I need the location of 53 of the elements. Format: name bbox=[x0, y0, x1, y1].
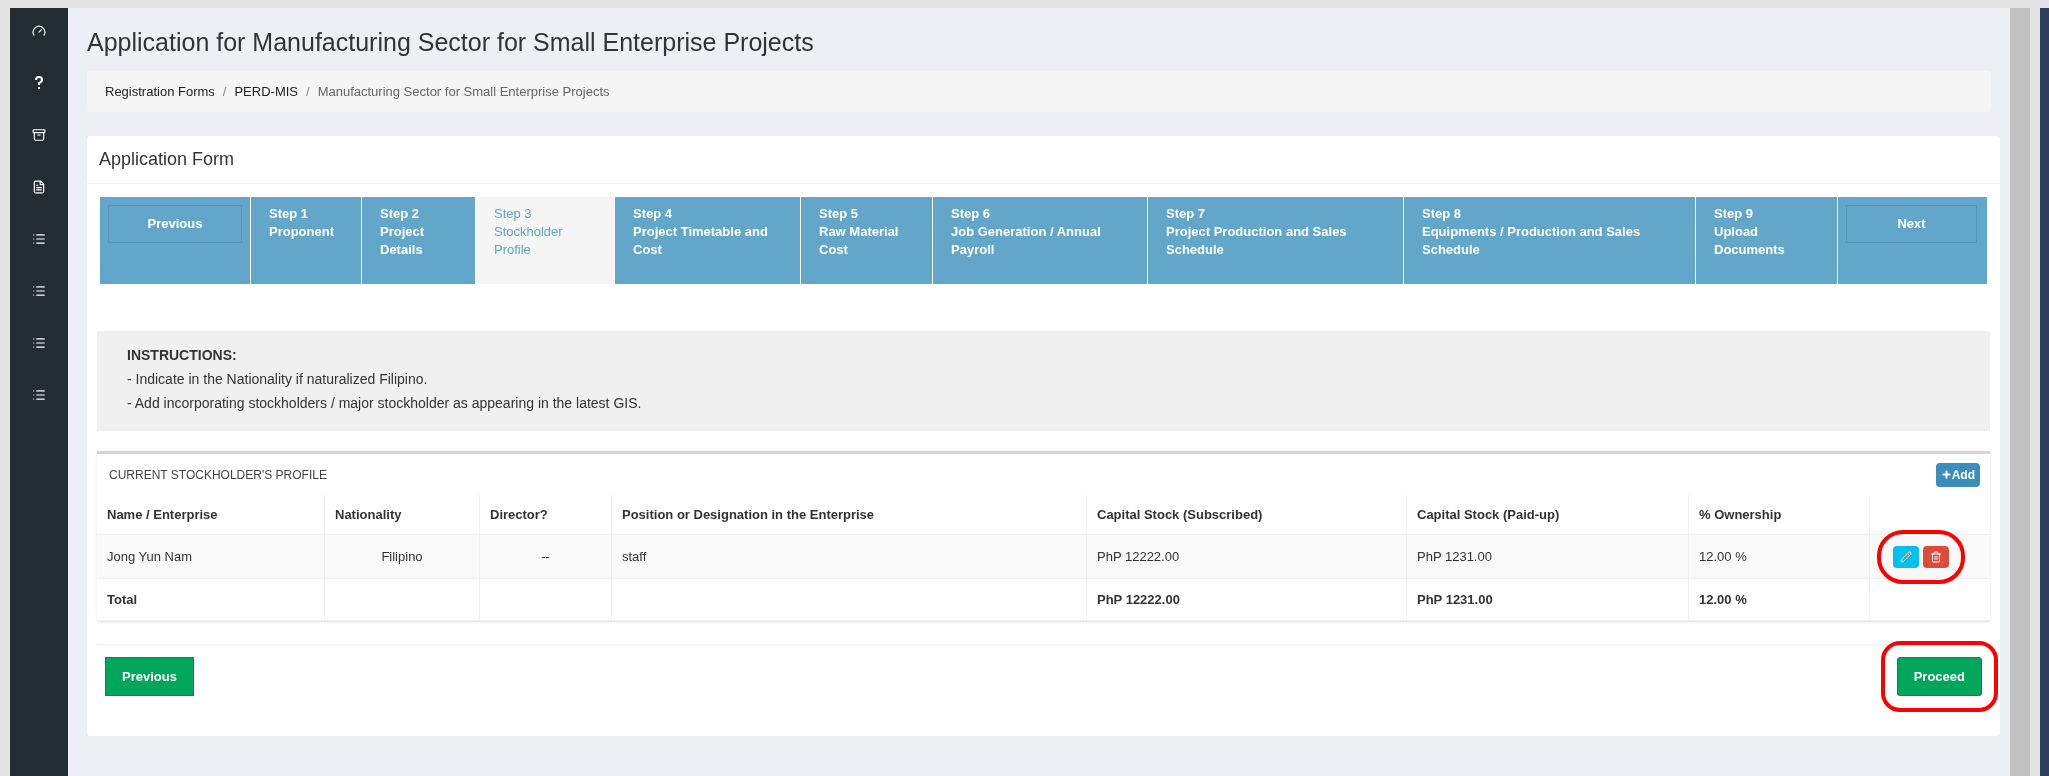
previous-button[interactable]: Previous bbox=[105, 657, 194, 696]
breadcrumb-link[interactable]: Registration Forms bbox=[105, 81, 215, 102]
trash-icon bbox=[1930, 550, 1942, 563]
step-tab[interactable]: Step 9 Upload Documents bbox=[1695, 197, 1837, 284]
help-icon[interactable] bbox=[34, 76, 44, 90]
instruction-text: - Add incorporating stockholders / major stockholder as appearing in the latest GIS. bbox=[127, 394, 643, 413]
table-cell-text: 12.00 % bbox=[1699, 547, 1747, 566]
column-header: Nationality bbox=[335, 505, 402, 524]
instructions-heading: INSTRUCTIONS: bbox=[127, 346, 238, 365]
breadcrumb-separator: / bbox=[306, 82, 310, 101]
step-tab[interactable]: Step 8 Equipments / Production and Sales Schedule bbox=[1403, 197, 1695, 284]
column-header: Director? bbox=[490, 505, 548, 524]
instruction-text: - Indicate in the Nationality if naturalized Filipino. bbox=[127, 370, 429, 389]
list-icon[interactable] bbox=[32, 336, 46, 350]
table-cell-text: PhP 12222.00 bbox=[1097, 590, 1180, 609]
card-title: Application Form bbox=[87, 136, 2000, 184]
column-header: % Ownership bbox=[1699, 505, 1782, 524]
step-tab[interactable]: Step 1 Proponent bbox=[250, 197, 361, 284]
table-cell-text: Filipino bbox=[381, 547, 423, 566]
archive-icon[interactable] bbox=[32, 128, 46, 142]
table-cell-text: PhP 12222.00 bbox=[1097, 547, 1180, 566]
column-header: Name / Enterprise bbox=[107, 505, 218, 524]
table-cell-text: -- bbox=[541, 547, 550, 566]
table-cell-text: staff bbox=[622, 547, 647, 566]
list-icon[interactable] bbox=[32, 388, 46, 402]
column-header: Capital Stock (Paid-up) bbox=[1417, 505, 1560, 524]
delete-button[interactable] bbox=[1923, 545, 1949, 568]
step-tab[interactable]: Step 4 Project Timetable and Cost bbox=[614, 197, 800, 284]
table-cell-text: 12.00 % bbox=[1699, 590, 1747, 609]
step-nav-button[interactable]: Next bbox=[1846, 205, 1977, 243]
step-tab[interactable]: Step 6 Job Generation / Annual Payroll bbox=[932, 197, 1147, 284]
step-tab[interactable]: Step 5 Raw Material Cost bbox=[800, 197, 932, 284]
column-header: Capital Stock (Subscribed) bbox=[1097, 505, 1263, 524]
page-title: Application for Manufacturing Sector for Small Enterprise Projects bbox=[87, 27, 815, 58]
list-icon[interactable] bbox=[32, 232, 46, 246]
list-icon[interactable] bbox=[32, 284, 46, 298]
step-nav-button[interactable]: Previous bbox=[108, 205, 242, 243]
breadcrumb-separator: / bbox=[222, 82, 227, 101]
add-button[interactable]: Add bbox=[1935, 462, 1980, 487]
breadcrumb-link[interactable]: PERD-MIS bbox=[234, 81, 298, 102]
plus-icon bbox=[1940, 469, 1952, 480]
table-cell-text: Jong Yun Nam bbox=[107, 547, 193, 566]
proceed-button[interactable]: Proceed bbox=[1896, 657, 1982, 696]
pencil-icon bbox=[1900, 550, 1912, 563]
table-cell-text: Total bbox=[107, 590, 138, 609]
dashboard-icon[interactable] bbox=[32, 24, 46, 38]
table-cell-text: PhP 1231.00 bbox=[1417, 590, 1493, 609]
table-cell-text: PhP 1231.00 bbox=[1417, 547, 1492, 566]
step-tab[interactable]: Step 3 Stockholder Profile bbox=[475, 197, 614, 284]
file-icon[interactable] bbox=[32, 180, 46, 194]
panel-title: CURRENT STOCKHOLDER'S PROFILE bbox=[109, 466, 327, 484]
step-tab[interactable]: Step 7 Project Production and Sales Schedule bbox=[1147, 197, 1403, 284]
column-header: Position or Designation in the Enterprise bbox=[622, 505, 875, 524]
